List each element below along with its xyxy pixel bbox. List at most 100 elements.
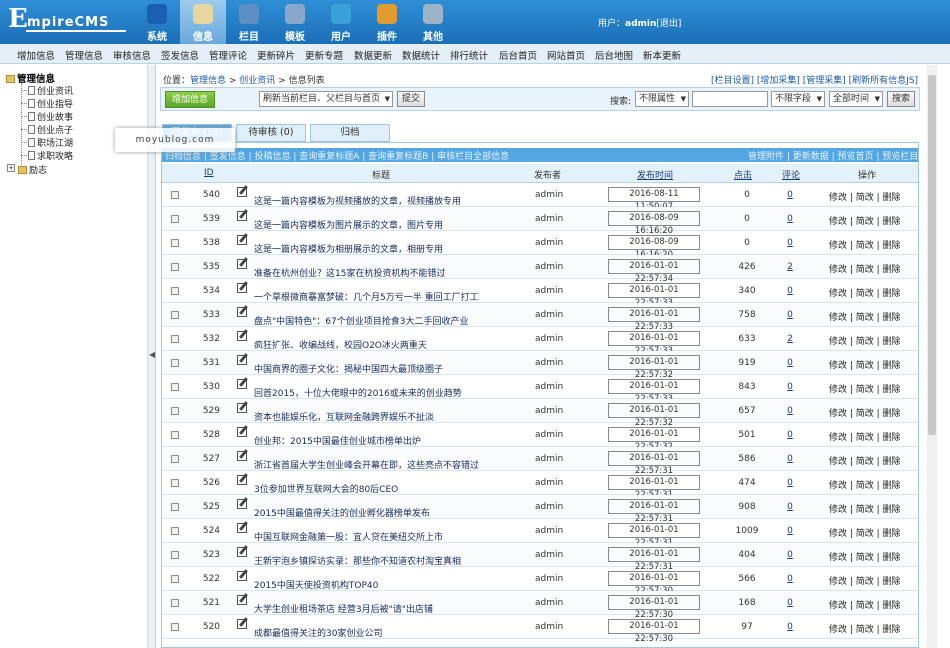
row-publish-time[interactable]: 2016-01-01 22:57:30: [608, 595, 700, 620]
edit-icon[interactable]: [237, 547, 247, 557]
row-publish-time[interactable]: 2016-01-01 22:57:31: [608, 499, 700, 524]
edit-icon[interactable]: [237, 427, 247, 437]
row-title-link[interactable]: 疯狂扩张、收编战线，校园O2O冰火两重天: [254, 338, 427, 351]
row-publish-time[interactable]: 2016-01-01 22:57:34: [608, 259, 700, 284]
row-actions[interactable]: 修改 | 简改 | 删除: [829, 262, 901, 275]
sidebar-splitter[interactable]: ◀: [148, 65, 156, 648]
edit-icon[interactable]: [237, 451, 247, 461]
row-title-link[interactable]: 中国互联网金融第一股：宜人贷在美纽交所上市: [254, 530, 443, 543]
row-title-link[interactable]: 一个草根微商暴富梦破：几个月5万亏一半 重回工厂打工: [254, 290, 479, 303]
breadcrumb-link-manage[interactable]: 管理信息: [190, 76, 226, 86]
edit-icon[interactable]: [237, 211, 247, 221]
row-publish-time[interactable]: 2016-01-01 22:57:33: [608, 283, 700, 308]
row-checkbox[interactable]: [171, 239, 179, 247]
row-publish-time[interactable]: 2016-01-01 22:57:31: [608, 523, 700, 548]
tab-2[interactable]: 归档: [310, 124, 390, 142]
row-checkbox[interactable]: [171, 479, 179, 487]
sidebar-item[interactable]: 求职攻略: [28, 149, 73, 162]
row-checkbox[interactable]: [171, 215, 179, 223]
menu-item-4[interactable]: 管理评论: [209, 48, 247, 62]
row-title-link[interactable]: 这是一篇内容模板为视频播放的文章，视频播放专用: [254, 194, 461, 207]
row-checkbox[interactable]: [171, 191, 179, 199]
menu-item-13[interactable]: 新本更新: [643, 48, 681, 62]
sidebar-item[interactable]: 职场江湖: [28, 136, 73, 149]
row-title-link[interactable]: 创业邦：2015中国最佳创业城市榜单出炉: [254, 434, 421, 447]
row-actions[interactable]: 修改 | 简改 | 删除: [829, 334, 901, 347]
edit-icon[interactable]: [237, 475, 247, 485]
header-clicks[interactable]: 点击: [734, 168, 752, 181]
edit-icon[interactable]: [237, 571, 247, 581]
attr-select[interactable]: 不限属性 ▼: [635, 91, 689, 107]
menu-item-7[interactable]: 数据更新: [354, 48, 392, 62]
row-checkbox[interactable]: [171, 455, 179, 463]
row-checkbox[interactable]: [171, 311, 179, 319]
row-actions[interactable]: 修改 | 简改 | 删除: [829, 526, 901, 539]
edit-icon[interactable]: [237, 403, 247, 413]
row-comments-link[interactable]: 0: [782, 598, 798, 608]
row-comments-link[interactable]: 0: [782, 382, 798, 392]
row-comments-link[interactable]: 0: [782, 358, 798, 368]
row-comments-link[interactable]: 0: [782, 478, 798, 488]
menu-item-5[interactable]: 更新碎片: [257, 48, 295, 62]
row-actions[interactable]: 修改 | 简改 | 删除: [829, 454, 901, 467]
row-title-link[interactable]: 这是一篇内容模板为相册展示的文章，相册专用: [254, 242, 443, 255]
edit-icon[interactable]: [237, 523, 247, 533]
nav-item-6[interactable]: 其他: [410, 0, 456, 44]
row-publish-time[interactable]: 2016-01-01 22:57:30: [608, 619, 700, 644]
row-actions[interactable]: 修改 | 简改 | 删除: [829, 550, 901, 563]
row-publish-time[interactable]: 2016-01-01 22:57:32: [608, 355, 700, 380]
scroll-thumb[interactable]: [928, 75, 936, 435]
row-comments-link[interactable]: 0: [782, 454, 798, 464]
logout-link[interactable]: [退出]: [656, 19, 681, 29]
refresh-select[interactable]: 刷新当前栏目、父栏目与首页 ▼: [259, 91, 393, 107]
row-publish-time[interactable]: 2016-08-09 16:16:20: [608, 211, 700, 236]
action-links-right[interactable]: 管理附件 | 更新数据 | 预览首页 | 预览栏目: [748, 149, 918, 162]
header-comments[interactable]: 评论: [782, 168, 800, 181]
row-publish-time[interactable]: 2016-01-01 22:57:32: [608, 427, 700, 452]
breadcrumb-link-category[interactable]: 创业资讯: [239, 76, 275, 86]
row-comments-link[interactable]: 0: [782, 574, 798, 584]
edit-icon[interactable]: [237, 331, 247, 341]
row-actions[interactable]: 修改 | 简改 | 删除: [829, 574, 901, 587]
row-checkbox[interactable]: [171, 359, 179, 367]
sidebar-item[interactable]: 创业点子: [28, 123, 73, 136]
row-actions[interactable]: 修改 | 简改 | 删除: [829, 238, 901, 251]
nav-item-1[interactable]: 信息: [180, 0, 226, 44]
row-title-link[interactable]: 盘点"中国特色"：67个创业项目抢食3大二手回收产业: [254, 314, 468, 327]
submit-button[interactable]: 提交: [397, 91, 425, 107]
row-title-link[interactable]: 资本也能娱乐化，互联网金融跨界娱乐不扯淡: [254, 410, 434, 423]
edit-icon[interactable]: [237, 595, 247, 605]
row-comments-link[interactable]: 0: [782, 190, 798, 200]
edit-icon[interactable]: [237, 379, 247, 389]
row-publish-time[interactable]: 2016-01-01 22:57:33: [608, 379, 700, 404]
row-actions[interactable]: 修改 | 简改 | 删除: [829, 286, 901, 299]
search-input[interactable]: [692, 91, 768, 107]
edit-icon[interactable]: [237, 355, 247, 365]
row-checkbox[interactable]: [171, 431, 179, 439]
row-checkbox[interactable]: [171, 527, 179, 535]
sidebar-item[interactable]: 创业资讯: [28, 84, 73, 97]
edit-icon[interactable]: [237, 619, 247, 629]
row-comments-link[interactable]: 0: [782, 406, 798, 416]
edit-icon[interactable]: [237, 307, 247, 317]
menu-item-6[interactable]: 更新专题: [305, 48, 343, 62]
row-actions[interactable]: 修改 | 简改 | 删除: [829, 382, 901, 395]
row-comments-link[interactable]: 2: [782, 262, 798, 272]
row-comments-link[interactable]: 2: [782, 334, 798, 344]
row-comments-link[interactable]: 0: [782, 310, 798, 320]
nav-item-3[interactable]: 模板: [272, 0, 318, 44]
row-comments-link[interactable]: 0: [782, 622, 798, 632]
row-checkbox[interactable]: [171, 503, 179, 511]
header-time[interactable]: 发布时间: [637, 168, 673, 181]
edit-icon[interactable]: [237, 259, 247, 269]
menu-item-2[interactable]: 审核信息: [113, 48, 151, 62]
edit-icon[interactable]: [237, 235, 247, 245]
edit-icon[interactable]: [237, 499, 247, 509]
row-publish-time[interactable]: 2016-01-01 22:57:33: [608, 307, 700, 332]
row-checkbox[interactable]: [171, 623, 179, 631]
sidebar-item[interactable]: 创业指导: [28, 97, 73, 110]
row-actions[interactable]: 修改 | 简改 | 删除: [829, 190, 901, 203]
row-title-link[interactable]: 大学生创业租场茶店 经营3月后被"请"出店铺: [254, 602, 433, 615]
row-title-link[interactable]: 这是一篇内容模板为图片展示的文章，图片专用: [254, 218, 443, 231]
row-title-link[interactable]: 2015中国天使投资机构TOP40: [254, 578, 378, 591]
